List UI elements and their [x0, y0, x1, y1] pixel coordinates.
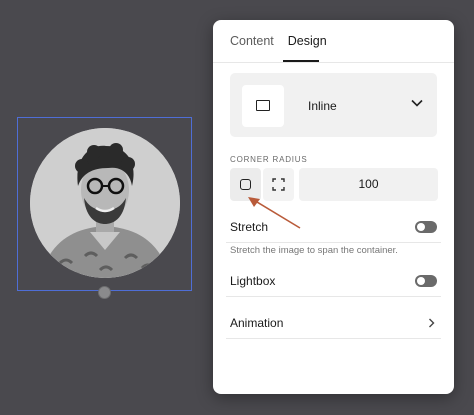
- tabs-divider: [213, 62, 454, 63]
- corner-radius-controls: 100: [230, 168, 438, 201]
- image-selection-outline[interactable]: [17, 117, 192, 291]
- rounded-corners-button[interactable]: [230, 168, 261, 201]
- chevron-right-icon[interactable]: [428, 318, 435, 328]
- corner-radius-label: CORNER RADIUS: [230, 155, 308, 164]
- stretch-divider: [226, 242, 441, 243]
- design-panel: Content Design Inline CORNER RADIUS 100 …: [213, 20, 454, 394]
- lightbox-toggle[interactable]: [415, 275, 437, 287]
- resize-handle[interactable]: [98, 286, 111, 299]
- toggle-knob: [417, 277, 425, 285]
- lightbox-label: Lightbox: [230, 274, 276, 288]
- animation-label[interactable]: Animation: [230, 316, 283, 330]
- tab-content[interactable]: Content: [230, 34, 274, 64]
- corner-radius-input[interactable]: 100: [299, 168, 438, 201]
- stretch-toggle[interactable]: [415, 221, 437, 233]
- animation-divider: [226, 338, 441, 339]
- individual-corners-button[interactable]: [263, 168, 294, 201]
- layout-select[interactable]: Inline: [230, 73, 437, 137]
- corners-icon: [272, 178, 285, 191]
- inline-layout-icon: [242, 85, 284, 127]
- lightbox-divider: [226, 296, 441, 297]
- layout-label: Inline: [308, 99, 337, 113]
- rounded-square-icon: [240, 179, 251, 190]
- stretch-label: Stretch: [230, 220, 269, 234]
- chevron-down-icon: [411, 99, 423, 107]
- toggle-knob: [417, 223, 425, 231]
- stretch-description: Stretch the image to span the container.: [230, 245, 398, 256]
